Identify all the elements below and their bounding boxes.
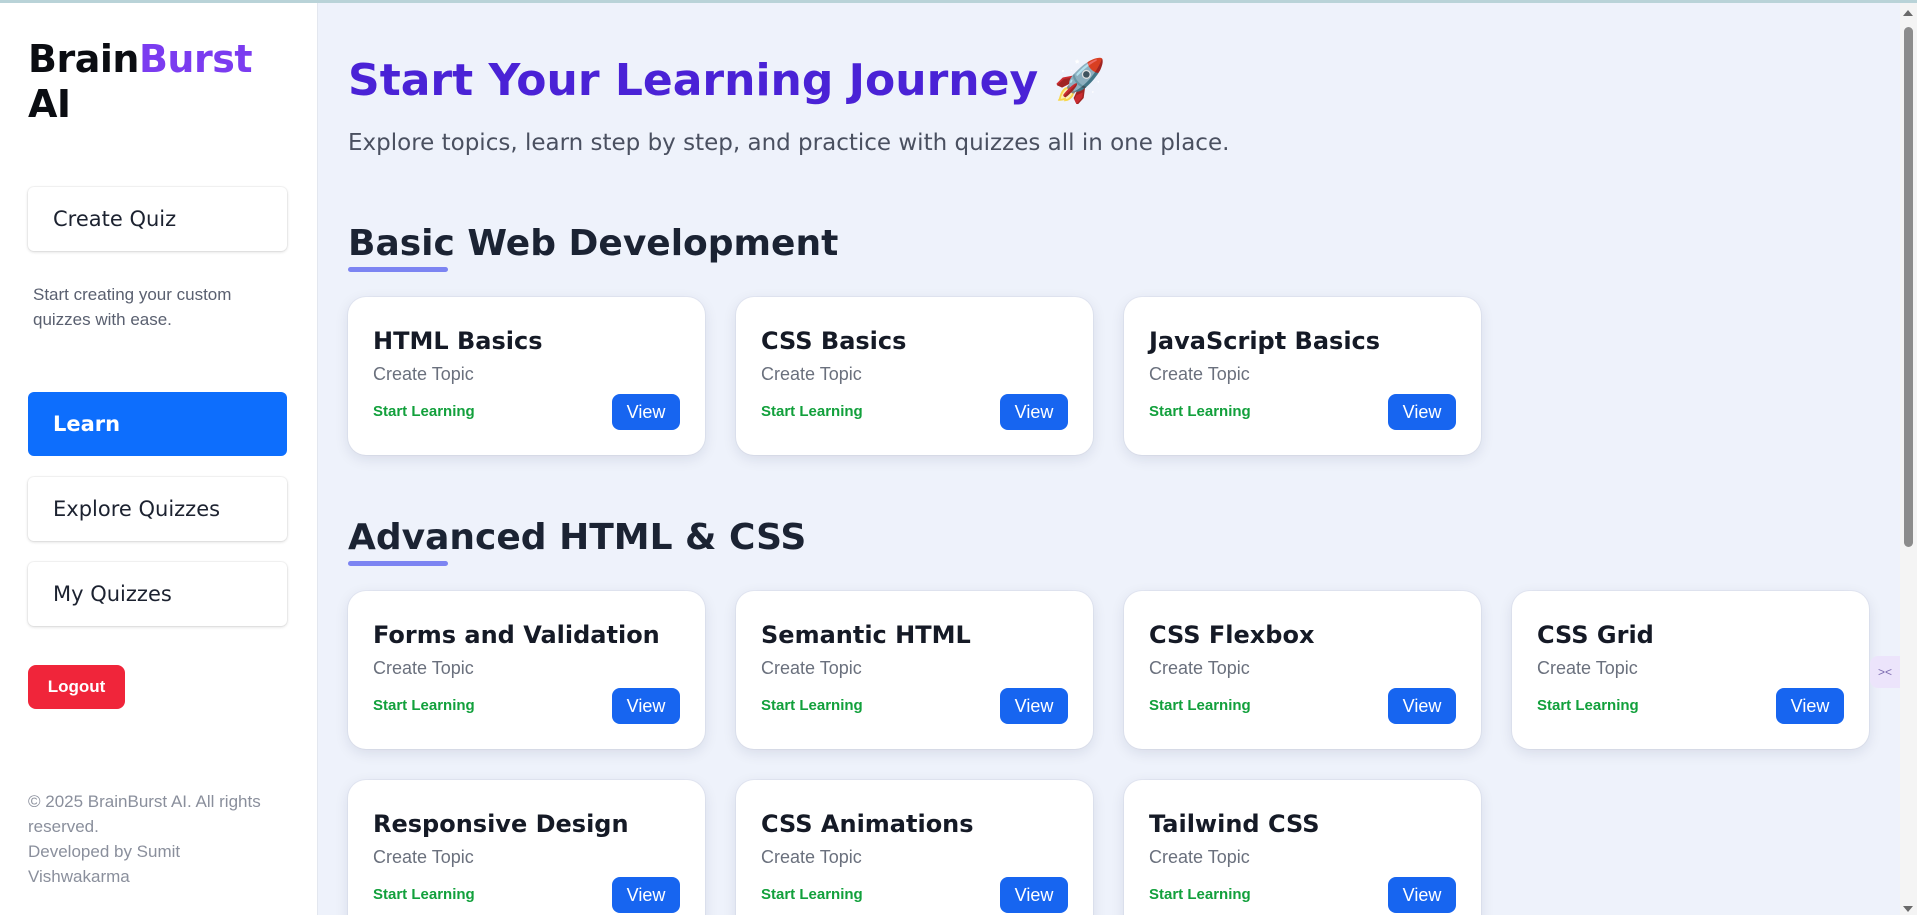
start-learning-link[interactable]: Start Learning	[1537, 697, 1639, 714]
logout-button[interactable]: Logout	[28, 665, 125, 709]
topic-card: CSS Animations Create Topic Start Learni…	[736, 780, 1093, 915]
sidebar: BrainBurst AI Create Quiz Start creating…	[0, 3, 318, 915]
view-button[interactable]: View	[1388, 688, 1456, 724]
topic-card: CSS Basics Create Topic Start Learning V…	[736, 297, 1093, 455]
start-learning-link[interactable]: Start Learning	[761, 697, 863, 714]
topic-card-title: CSS Animations	[761, 810, 974, 838]
start-learning-link[interactable]: Start Learning	[1149, 697, 1251, 714]
view-button[interactable]: View	[1000, 394, 1068, 430]
section-title-text: Basic Web Development	[348, 223, 839, 264]
topic-card-subtitle: Create Topic	[1149, 847, 1250, 867]
topic-card-title: CSS Basics	[761, 327, 907, 355]
page-scrollbar[interactable]	[1900, 3, 1917, 915]
topic-card: CSS Grid Create Topic Start Learning Vie…	[1512, 591, 1869, 749]
create-quiz-description: Start creating your custom quizzes with …	[33, 285, 232, 329]
footer-developer: Developed by Sumit Vishwakarma	[28, 842, 181, 886]
nav-explore-quizzes[interactable]: Explore Quizzes	[28, 477, 287, 541]
start-learning-link[interactable]: Start Learning	[1149, 886, 1251, 903]
topic-card: HTML Basics Create Topic Start Learning …	[348, 297, 705, 455]
topic-card: CSS Flexbox Create Topic Start Learning …	[1124, 591, 1481, 749]
topic-card-subtitle: Create Topic	[1149, 364, 1250, 384]
section-title-basic-web: Basic Web Development	[348, 223, 839, 272]
topic-card: JavaScript Basics Create Topic Start Lea…	[1124, 297, 1481, 455]
start-learning-link[interactable]: Start Learning	[1149, 403, 1251, 420]
start-learning-link[interactable]: Start Learning	[373, 886, 475, 903]
brand-text-ai: AI	[28, 82, 71, 126]
view-button[interactable]: View	[1388, 394, 1456, 430]
footer-copyright: © 2025 BrainBurst AI. All rights reserve…	[28, 792, 261, 836]
brand-text-burst: Burst	[138, 37, 253, 81]
start-learning-link[interactable]: Start Learning	[373, 403, 475, 420]
nav-my-quizzes[interactable]: My Quizzes	[28, 562, 287, 626]
topic-card-subtitle: Create Topic	[373, 658, 474, 678]
start-learning-link[interactable]: Start Learning	[761, 886, 863, 903]
view-button[interactable]: View	[1000, 688, 1068, 724]
scroll-up-arrow-icon[interactable]	[1903, 10, 1913, 16]
topic-card-title: Semantic HTML	[761, 621, 971, 649]
section-underline	[348, 561, 448, 566]
topic-card-title: Responsive Design	[373, 810, 629, 838]
rocket-icon: 🚀	[1053, 56, 1106, 105]
scroll-down-arrow-icon[interactable]	[1903, 906, 1913, 912]
topic-card-title: Forms and Validation	[373, 621, 660, 649]
view-button[interactable]: View	[612, 688, 680, 724]
page-subtitle: Explore topics, learn step by step, and …	[348, 130, 1230, 156]
topic-card-title: Tailwind CSS	[1149, 810, 1320, 838]
view-button[interactable]: View	[612, 877, 680, 913]
brand-logo: BrainBurst AI	[28, 37, 289, 127]
start-learning-link[interactable]: Start Learning	[373, 697, 475, 714]
topic-card-title: CSS Flexbox	[1149, 621, 1315, 649]
topic-card-subtitle: Create Topic	[1149, 658, 1250, 678]
topic-card: Tailwind CSS Create Topic Start Learning…	[1124, 780, 1481, 915]
topic-card: Responsive Design Create Topic Start Lea…	[348, 780, 705, 915]
create-quiz-button[interactable]: Create Quiz	[28, 187, 287, 251]
topic-card-title: HTML Basics	[373, 327, 543, 355]
section-underline	[348, 267, 448, 272]
topic-card: Semantic HTML Create Topic Start Learnin…	[736, 591, 1093, 749]
scrollbar-thumb[interactable]	[1904, 27, 1913, 547]
brand-text-brain: Brain	[28, 37, 139, 81]
topic-card-title: JavaScript Basics	[1149, 327, 1381, 355]
topic-card-subtitle: Create Topic	[373, 364, 474, 384]
topic-card-subtitle: Create Topic	[761, 364, 862, 384]
topic-card-subtitle: Create Topic	[373, 847, 474, 867]
topic-card-title: CSS Grid	[1537, 621, 1654, 649]
nav-learn[interactable]: Learn	[28, 392, 287, 456]
view-button[interactable]: View	[1388, 877, 1456, 913]
view-button[interactable]: View	[1776, 688, 1844, 724]
topic-card: Forms and Validation Create Topic Start …	[348, 591, 705, 749]
section-title-text: Advanced HTML & CSS	[348, 517, 807, 558]
sidebar-footer: © 2025 BrainBurst AI. All rights reserve…	[28, 789, 283, 889]
topic-card-subtitle: Create Topic	[1537, 658, 1638, 678]
view-button[interactable]: View	[1000, 877, 1068, 913]
section-title-advanced-html-css: Advanced HTML & CSS	[348, 517, 807, 566]
side-panel-toggle-icon[interactable]: ><	[1870, 656, 1900, 688]
view-button[interactable]: View	[612, 394, 680, 430]
topic-card-subtitle: Create Topic	[761, 847, 862, 867]
page-title: Start Your Learning Journey 🚀	[348, 55, 1106, 106]
topic-card-subtitle: Create Topic	[761, 658, 862, 678]
start-learning-link[interactable]: Start Learning	[761, 403, 863, 420]
page-title-text: Start Your Learning Journey	[348, 55, 1039, 106]
